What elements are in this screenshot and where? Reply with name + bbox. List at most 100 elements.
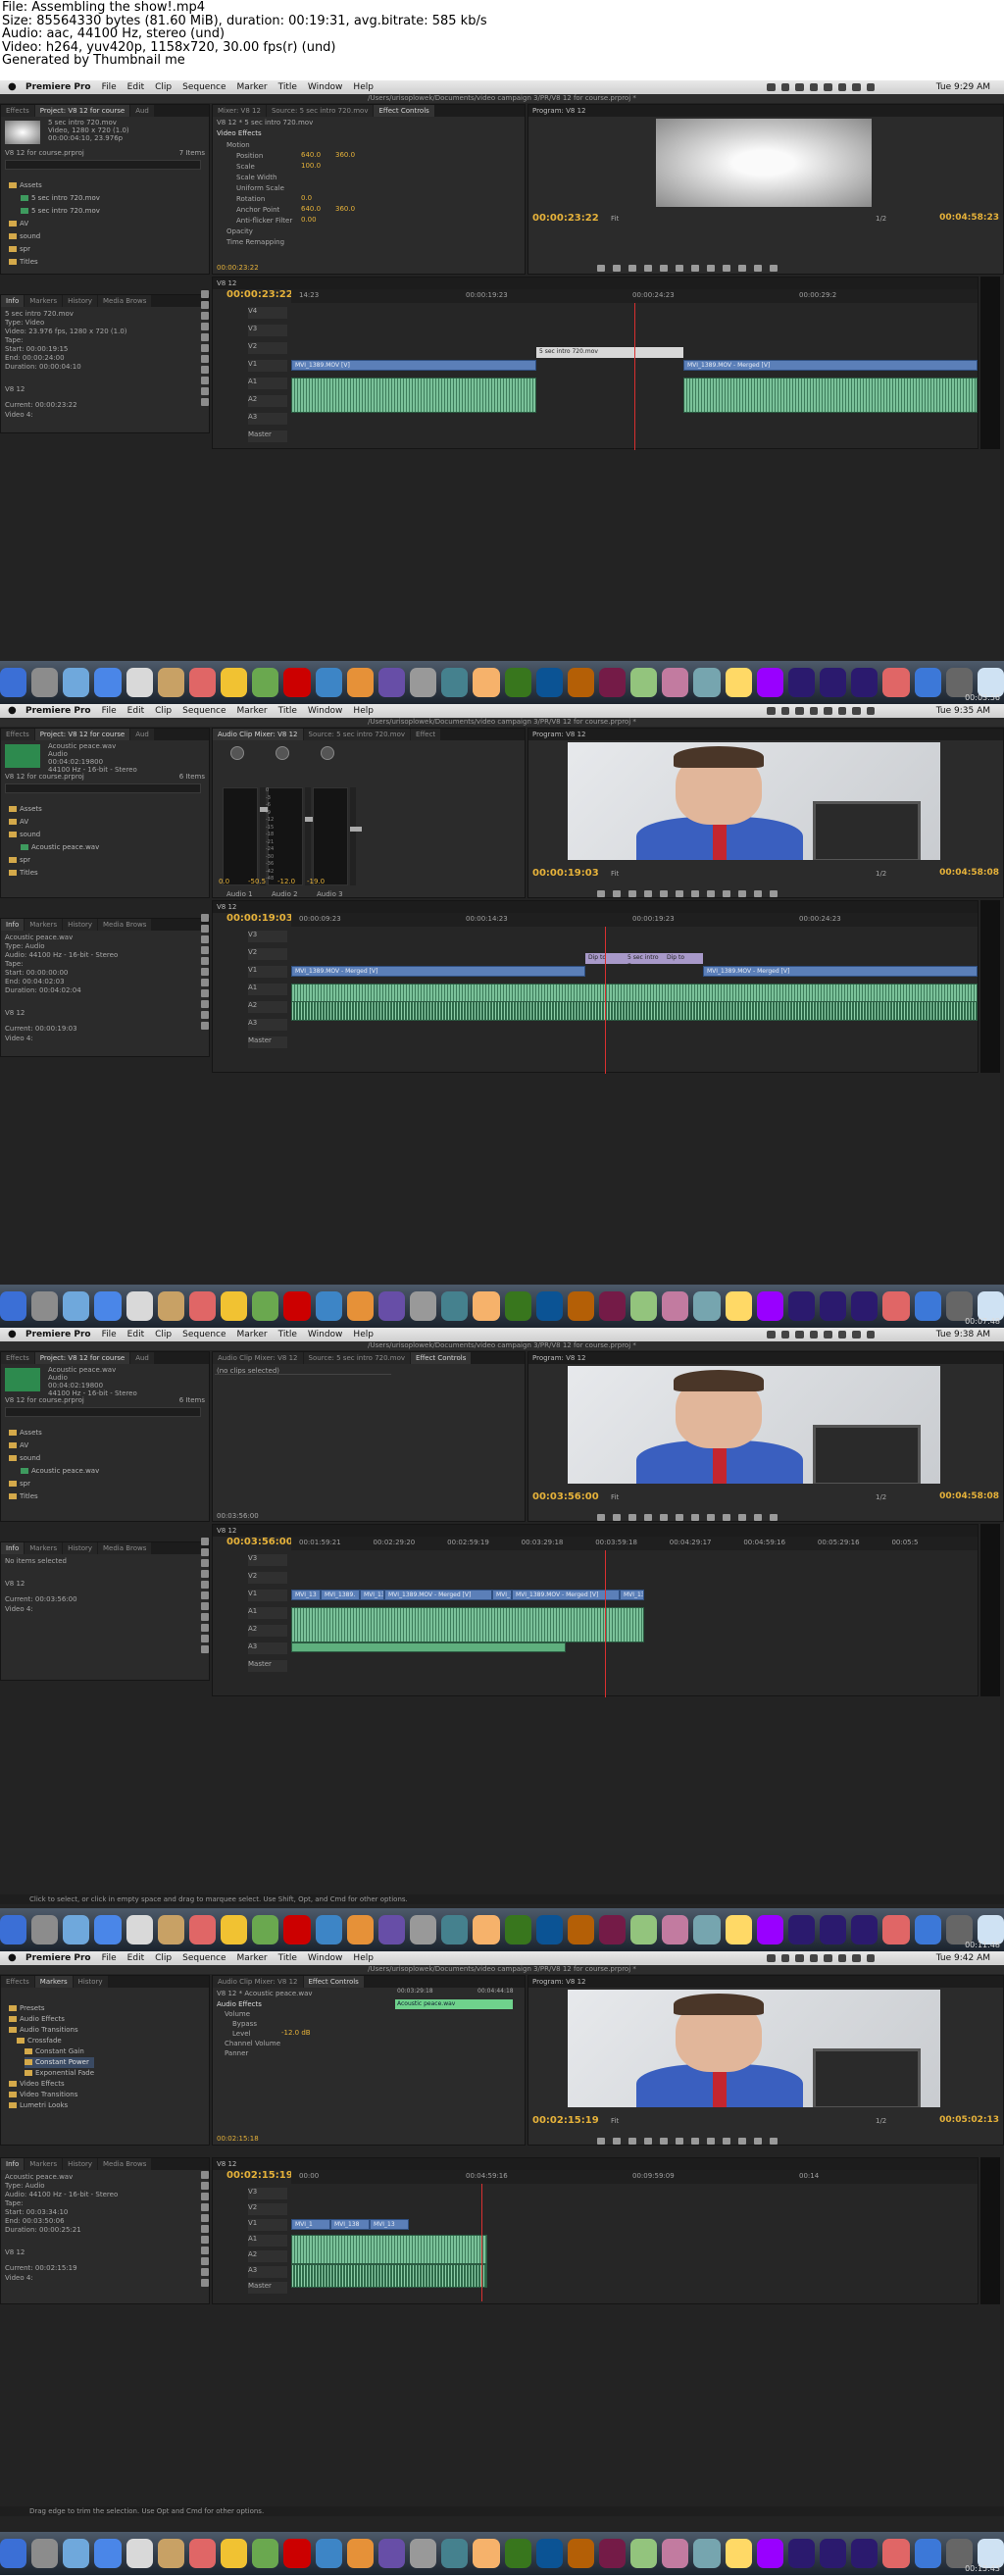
in-icon[interactable] bbox=[613, 2137, 621, 2145]
tab-mid-0[interactable]: Audio Clip Mixer: V8 12 bbox=[213, 1352, 303, 1364]
transition-clip[interactable]: Dip to bbox=[664, 953, 703, 964]
dock-app-icon[interactable] bbox=[63, 1291, 90, 1321]
dock-app-icon[interactable] bbox=[31, 668, 59, 697]
slip-tool-icon[interactable] bbox=[201, 979, 209, 986]
rate-stretch-tool-icon[interactable] bbox=[201, 2214, 209, 2222]
rolling-tool-icon[interactable] bbox=[201, 2203, 209, 2211]
mixer-value[interactable]: 0.0 bbox=[219, 878, 229, 885]
dock-app-icon[interactable] bbox=[188, 1291, 217, 1321]
dock-app-icon[interactable] bbox=[188, 2539, 217, 2568]
razor-tool-icon[interactable] bbox=[201, 2225, 209, 2233]
info-tab-1[interactable]: Markers bbox=[25, 295, 63, 307]
menu-item-file[interactable]: File bbox=[102, 1953, 117, 1963]
dock-app-icon[interactable] bbox=[157, 1291, 184, 1321]
dock-app-icon[interactable] bbox=[725, 1915, 752, 1945]
apple-icon[interactable]: ● bbox=[8, 81, 17, 92]
fx-row[interactable]: Uniform Scale bbox=[232, 183, 284, 193]
menu-item-help[interactable]: Help bbox=[353, 1953, 374, 1963]
dock-app-icon[interactable] bbox=[882, 2539, 910, 2568]
slide-tool-icon[interactable] bbox=[201, 366, 209, 374]
export-frame-icon[interactable] bbox=[754, 1513, 762, 1521]
fx-row[interactable]: Position bbox=[232, 151, 263, 161]
track-header-master[interactable]: Master bbox=[248, 430, 287, 442]
play-icon[interactable] bbox=[676, 264, 683, 272]
dock-app-icon[interactable] bbox=[473, 1291, 500, 1321]
level-value[interactable]: -12.0 dB bbox=[281, 2029, 311, 2037]
tab-0[interactable]: Effects bbox=[1, 1976, 34, 1988]
music-clip[interactable] bbox=[291, 1642, 566, 1652]
track-header-a2[interactable]: A2 bbox=[248, 395, 287, 407]
tab-mid-0[interactable]: Audio Clip Mixer: V8 12 bbox=[213, 1976, 303, 1988]
video-clip[interactable]: MVI_138 bbox=[330, 2219, 370, 2230]
dock-app-icon[interactable] bbox=[346, 1291, 374, 1321]
goto-in-icon[interactable] bbox=[644, 1513, 652, 1521]
marker-icon[interactable] bbox=[597, 1513, 605, 1521]
selection-tool-icon[interactable] bbox=[201, 914, 209, 922]
menu-item-sequence[interactable]: Sequence bbox=[182, 1953, 226, 1963]
sequence-timecode[interactable]: 00:00:19:03 bbox=[226, 913, 293, 924]
slip-tool-icon[interactable] bbox=[201, 1602, 209, 1610]
pan-knob[interactable] bbox=[276, 746, 289, 760]
tab-1[interactable]: Markers bbox=[34, 1976, 73, 1988]
tray-icon[interactable] bbox=[852, 83, 861, 91]
video-clip[interactable]: MVI_1389.MOV [V] bbox=[291, 360, 536, 371]
dock-app-icon[interactable] bbox=[157, 668, 184, 697]
tray-icon[interactable] bbox=[780, 707, 789, 715]
dock-app-icon[interactable] bbox=[157, 1915, 184, 1945]
lift-icon[interactable] bbox=[723, 2137, 730, 2145]
tray-icon[interactable] bbox=[866, 707, 875, 715]
sequence-tab[interactable]: V8 12 bbox=[213, 2158, 978, 2170]
transition-clip[interactable]: 5 sec intro 7 bbox=[625, 953, 664, 970]
resolution-select[interactable]: 1/2 bbox=[872, 214, 886, 224]
title-clip[interactable]: 5 sec intro 720.mov bbox=[536, 347, 683, 358]
dock-app-icon[interactable] bbox=[221, 2539, 248, 2568]
track-header-a1[interactable]: A1 bbox=[248, 378, 287, 389]
menu-item-clip[interactable]: Clip bbox=[155, 82, 172, 92]
dock-app-icon[interactable] bbox=[94, 668, 122, 697]
fx-row[interactable]: Scale Width bbox=[232, 173, 276, 182]
tab-2[interactable]: History bbox=[73, 1976, 108, 1988]
dock-app-icon[interactable] bbox=[188, 1915, 217, 1945]
dock-app-icon[interactable] bbox=[63, 2539, 90, 2568]
time-ruler[interactable]: 14:23 00:00:19:23 00:00:24:23 00:00:29:2 bbox=[291, 289, 978, 303]
slide-tool-icon[interactable] bbox=[201, 1613, 209, 1621]
project-item-3[interactable]: Acoustic peace.wav bbox=[21, 1465, 99, 1478]
step-fwd-icon[interactable] bbox=[691, 2137, 699, 2145]
audio-clip[interactable] bbox=[291, 2235, 487, 2264]
ripple-tool-icon[interactable] bbox=[201, 935, 209, 943]
tray-icon[interactable] bbox=[824, 1954, 832, 1962]
slide-tool-icon[interactable] bbox=[201, 989, 209, 997]
tray-icon[interactable] bbox=[780, 1331, 789, 1339]
fit-select[interactable]: Fit bbox=[607, 214, 619, 224]
video-clip[interactable]: MVI_1 bbox=[291, 2219, 330, 2230]
dock-app-icon[interactable] bbox=[31, 2539, 59, 2568]
effect-item-9[interactable]: Lumetri Looks bbox=[9, 2100, 78, 2111]
step-fwd-icon[interactable] bbox=[691, 889, 699, 897]
dock-app-icon[interactable] bbox=[914, 668, 941, 697]
dock-app-icon[interactable] bbox=[820, 2539, 847, 2568]
project-item-3[interactable]: Acoustic peace.wav bbox=[21, 841, 99, 854]
hand-tool-icon[interactable] bbox=[201, 1011, 209, 1019]
info-tab-3[interactable]: Media Brows bbox=[98, 919, 152, 931]
dock-app-icon[interactable] bbox=[126, 668, 153, 697]
track-header-v1[interactable]: V1 bbox=[248, 2219, 287, 2231]
fx-row[interactable]: Anchor Point bbox=[232, 205, 279, 215]
track-header-a2[interactable]: A2 bbox=[248, 2250, 287, 2262]
tab-mid-1[interactable]: Source: 5 sec intro 720.mov bbox=[266, 105, 374, 117]
dock-app-icon[interactable] bbox=[598, 2539, 627, 2568]
menu-item-clip[interactable]: Clip bbox=[155, 706, 172, 716]
tab-1[interactable]: Project: V8 12 for course bbox=[34, 729, 130, 740]
fx-value[interactable]: 360.0 bbox=[335, 151, 355, 159]
dock-app-icon[interactable] bbox=[410, 2539, 437, 2568]
playhead[interactable] bbox=[605, 1550, 606, 1697]
dock-app-icon[interactable] bbox=[504, 2539, 531, 2568]
video-clip[interactable]: MVI_1389.MOV - Merged [V] bbox=[384, 1590, 492, 1600]
info-tab-3[interactable]: Media Brows bbox=[98, 295, 152, 307]
audio-clip[interactable] bbox=[683, 378, 978, 413]
tray-icon[interactable] bbox=[824, 707, 832, 715]
dock-app-icon[interactable] bbox=[630, 668, 658, 697]
track-select-tool-icon[interactable] bbox=[201, 2182, 209, 2190]
track-header-v1[interactable]: V1 bbox=[248, 1590, 287, 1601]
info-tab-1[interactable]: Markers bbox=[25, 2158, 63, 2170]
dock-app-icon[interactable] bbox=[315, 2539, 342, 2568]
